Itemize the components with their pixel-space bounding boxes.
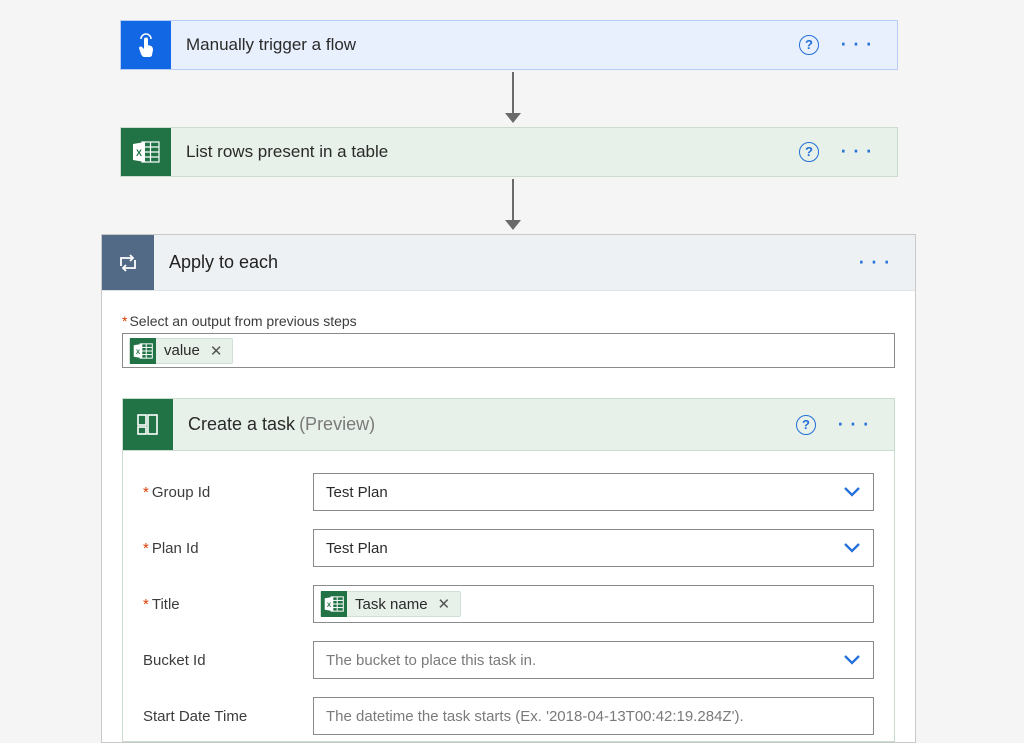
svg-text:X: X <box>136 148 142 158</box>
token-label: value <box>164 342 200 359</box>
field-title: *Title <box>143 585 874 623</box>
step-title: Create a task(Preview) <box>173 414 375 435</box>
chevron-down-icon <box>843 486 861 498</box>
create-task-header[interactable]: Create a task(Preview) ? ··· <box>123 399 894 451</box>
svg-text:X: X <box>136 348 141 355</box>
more-icon[interactable]: ··· <box>839 144 877 160</box>
token-label: Task name <box>355 596 428 613</box>
group-id-select[interactable]: Test Plan <box>313 473 874 511</box>
excel-icon: X <box>121 128 171 176</box>
field-group-id: *Group Id Test Plan <box>143 473 874 511</box>
step-title: Apply to each <box>154 252 857 273</box>
help-icon[interactable]: ? <box>796 415 816 435</box>
remove-token-icon[interactable]: ✕ <box>210 342 223 360</box>
step-apply-to-each: Apply to each ··· *Select an output from… <box>101 234 916 743</box>
select-output-field[interactable]: X value ✕ <box>122 333 895 368</box>
excel-icon: X <box>130 338 156 364</box>
bucket-id-select[interactable]: The bucket to place this task in. <box>313 641 874 679</box>
touch-icon <box>121 21 171 69</box>
arrow-connector <box>505 179 521 230</box>
more-icon[interactable]: ··· <box>857 255 895 271</box>
step-create-task: Create a task(Preview) ? ··· *Group Id T… <box>122 398 895 742</box>
arrow-connector <box>505 72 521 123</box>
more-icon[interactable]: ··· <box>839 37 877 53</box>
field-plan-id: *Plan Id Test Plan <box>143 529 874 567</box>
token-task-name[interactable]: X Task name ✕ <box>320 591 461 617</box>
more-icon[interactable]: ··· <box>836 417 874 433</box>
chevron-down-icon <box>843 654 861 666</box>
step-title: List rows present in a table <box>171 142 799 162</box>
remove-token-icon[interactable]: ✕ <box>438 595 451 613</box>
token-value[interactable]: X value ✕ <box>129 338 233 364</box>
chevron-down-icon <box>843 542 861 554</box>
planner-icon <box>123 399 173 450</box>
plan-id-select[interactable]: Test Plan <box>313 529 874 567</box>
svg-text:X: X <box>327 602 332 609</box>
excel-icon: X <box>321 591 347 617</box>
step-list-rows[interactable]: X List rows present in a table ? ··· <box>120 127 898 177</box>
help-icon[interactable]: ? <box>799 35 819 55</box>
title-input[interactable]: X Task name ✕ <box>313 585 874 623</box>
select-output-label: *Select an output from previous steps <box>122 313 895 329</box>
field-bucket-id: Bucket Id The bucket to place this task … <box>143 641 874 679</box>
step-manually-trigger[interactable]: Manually trigger a flow ? ··· <box>120 20 898 70</box>
help-icon[interactable]: ? <box>799 142 819 162</box>
step-title: Manually trigger a flow <box>171 35 799 55</box>
loop-icon <box>102 235 154 290</box>
apply-to-each-header[interactable]: Apply to each ··· <box>102 235 915 291</box>
